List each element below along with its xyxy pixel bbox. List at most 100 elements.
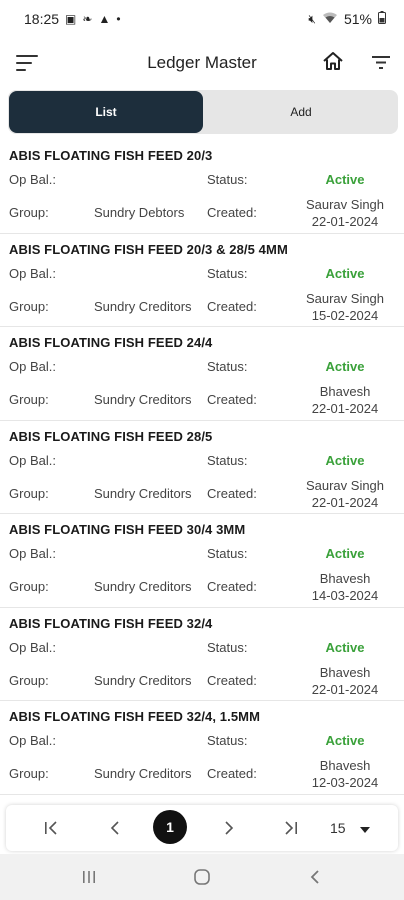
status-label: Status: [207,172,248,187]
group-label: Group: [9,579,49,594]
group-value: Sundry Creditors [94,579,192,594]
op-bal-label: Op Bal.: [9,733,56,748]
ledger-name: ABIS FLOATING FISH FEED 20/3 & 28/5 4MM [9,241,288,257]
dot-icon: • [116,12,121,26]
created-label: Created: [207,672,257,688]
op-bal-label: Op Bal.: [9,639,56,655]
status-time: 18:25 [24,11,60,27]
current-page-button[interactable]: 1 [153,810,187,844]
group-value: Sundry Creditors [94,766,192,781]
ledger-card[interactable]: ABIS FLOATING FISH FEED 30/4 3MM Op Bal.… [0,514,404,608]
warning-notification-icon: ▲ [98,12,111,26]
group-value: Sundry Creditors [94,298,192,314]
created-by-value: Bhavesh [319,384,371,399]
ledger-list: ABIS FLOATING FISH FEED 20/3 Op Bal.: St… [0,140,404,800]
group-value: Sundry Creditors [94,672,192,688]
ledger-card[interactable]: ABIS FLOATING FISH FEED 20/3 & 28/5 4MM … [0,234,404,327]
created-date-value: 22-01-2024 [311,494,379,510]
dropdown-icon [359,820,370,836]
home-icon[interactable] [322,51,346,73]
status-value: Active [325,639,365,655]
created-label: Created: [207,579,257,594]
status-label: Status: [207,452,248,468]
created-date-value: 15-02-2024 [311,307,379,323]
mute-icon: 🔇︎ [308,12,316,26]
op-bal-label: Op Bal.: [9,172,56,187]
ledger-name: ABIS FLOATING FISH FEED 32/4 [9,615,213,631]
ledger-name: ABIS FLOATING FISH FEED 30/4 3MM [9,522,246,537]
leaf-notification-icon: ❧ [82,12,93,26]
created-date-value: 22-01-2024 [311,214,379,229]
group-value: Sundry Creditors [94,392,192,407]
ledger-card[interactable]: ABIS FLOATING FISH FEED 32/4 Op Bal.: St… [0,608,404,701]
created-by-value: Saurav Singh [305,477,385,493]
op-bal-label: Op Bal.: [9,452,56,468]
tab-add[interactable]: Add [204,90,398,134]
tab-list[interactable]: List [9,91,203,133]
group-label: Group: [9,392,49,407]
filter-icon[interactable] [370,54,392,72]
status-label: Status: [207,733,248,748]
ledger-name: ABIS FLOATING FISH FEED 28/5 [9,428,213,444]
group-label: Group: [9,766,49,781]
group-value: Sundry Debtors [94,205,185,220]
op-bal-label: Op Bal.: [9,265,56,281]
status-value: Active [325,452,365,468]
status-value: Active [325,172,365,187]
page-size-select[interactable]: 15 [330,805,370,851]
created-by-value: Bhavesh [319,758,371,773]
group-label: Group: [9,298,49,314]
created-date-value: 12-03-2024 [311,775,379,790]
status-label: Status: [207,359,248,374]
group-label: Group: [9,672,49,688]
status-label: Status: [207,546,248,561]
created-date-value: 14-03-2024 [311,588,379,603]
status-bar: 18:25 ▣ ❧ ▲ • 🔇︎ 51% [0,0,404,38]
created-by-value: Saurav Singh [305,197,385,212]
created-label: Created: [207,205,257,220]
ledger-name: ABIS FLOATING FISH FEED 32/4, 1.5MM [9,709,261,724]
home-nav-icon[interactable] [187,854,217,900]
status-value: Active [325,265,365,281]
ledger-card[interactable]: ABIS FLOATING FISH FEED 32/4, 1.5MM Op B… [0,701,404,795]
created-by-value: Bhavesh [319,664,371,680]
ledger-name: ABIS FLOATING FISH FEED 20/3 [9,148,213,163]
created-label: Created: [207,766,257,781]
ledger-name: ABIS FLOATING FISH FEED 24/4 [9,335,213,350]
created-label: Created: [207,298,257,314]
recent-apps-icon[interactable] [74,854,104,900]
wifi-icon [322,11,338,27]
last-page-icon[interactable] [276,805,306,851]
prev-page-icon[interactable] [100,805,130,851]
group-label: Group: [9,205,49,220]
ledger-card[interactable]: ABIS FLOATING FISH FEED 24/4 Op Bal.: St… [0,327,404,421]
created-date-value: 22-01-2024 [311,681,379,697]
first-page-icon[interactable] [36,805,66,851]
created-label: Created: [207,485,257,501]
created-by-value: Bhavesh [319,571,371,586]
pagination-bar: 1 15 [6,805,398,851]
group-value: Sundry Creditors [94,485,192,501]
op-bal-label: Op Bal.: [9,359,56,374]
status-label: Status: [207,265,248,281]
next-page-icon[interactable] [214,805,244,851]
created-label: Created: [207,392,257,407]
app-bar: Ledger Master [0,38,404,88]
created-by-value: Saurav Singh [305,290,385,306]
status-value: Active [325,733,365,748]
page-size-value: 15 [330,820,346,836]
status-value: Active [325,359,365,374]
ledger-card[interactable]: ABIS FLOATING FISH FEED 28/5 Op Bal.: St… [0,421,404,514]
back-nav-icon[interactable] [300,854,330,900]
battery-level: 51% [343,11,372,27]
op-bal-label: Op Bal.: [9,546,56,561]
view-tabs: List Add [8,90,398,134]
system-nav-bar [0,854,404,900]
status-label: Status: [207,639,248,655]
status-value: Active [325,546,365,561]
gallery-notification-icon: ▣ [65,12,77,26]
ledger-card[interactable]: ABIS FLOATING FISH FEED 20/3 Op Bal.: St… [0,140,404,234]
created-date-value: 22-01-2024 [311,401,379,416]
battery-icon [378,11,386,27]
group-label: Group: [9,485,49,501]
